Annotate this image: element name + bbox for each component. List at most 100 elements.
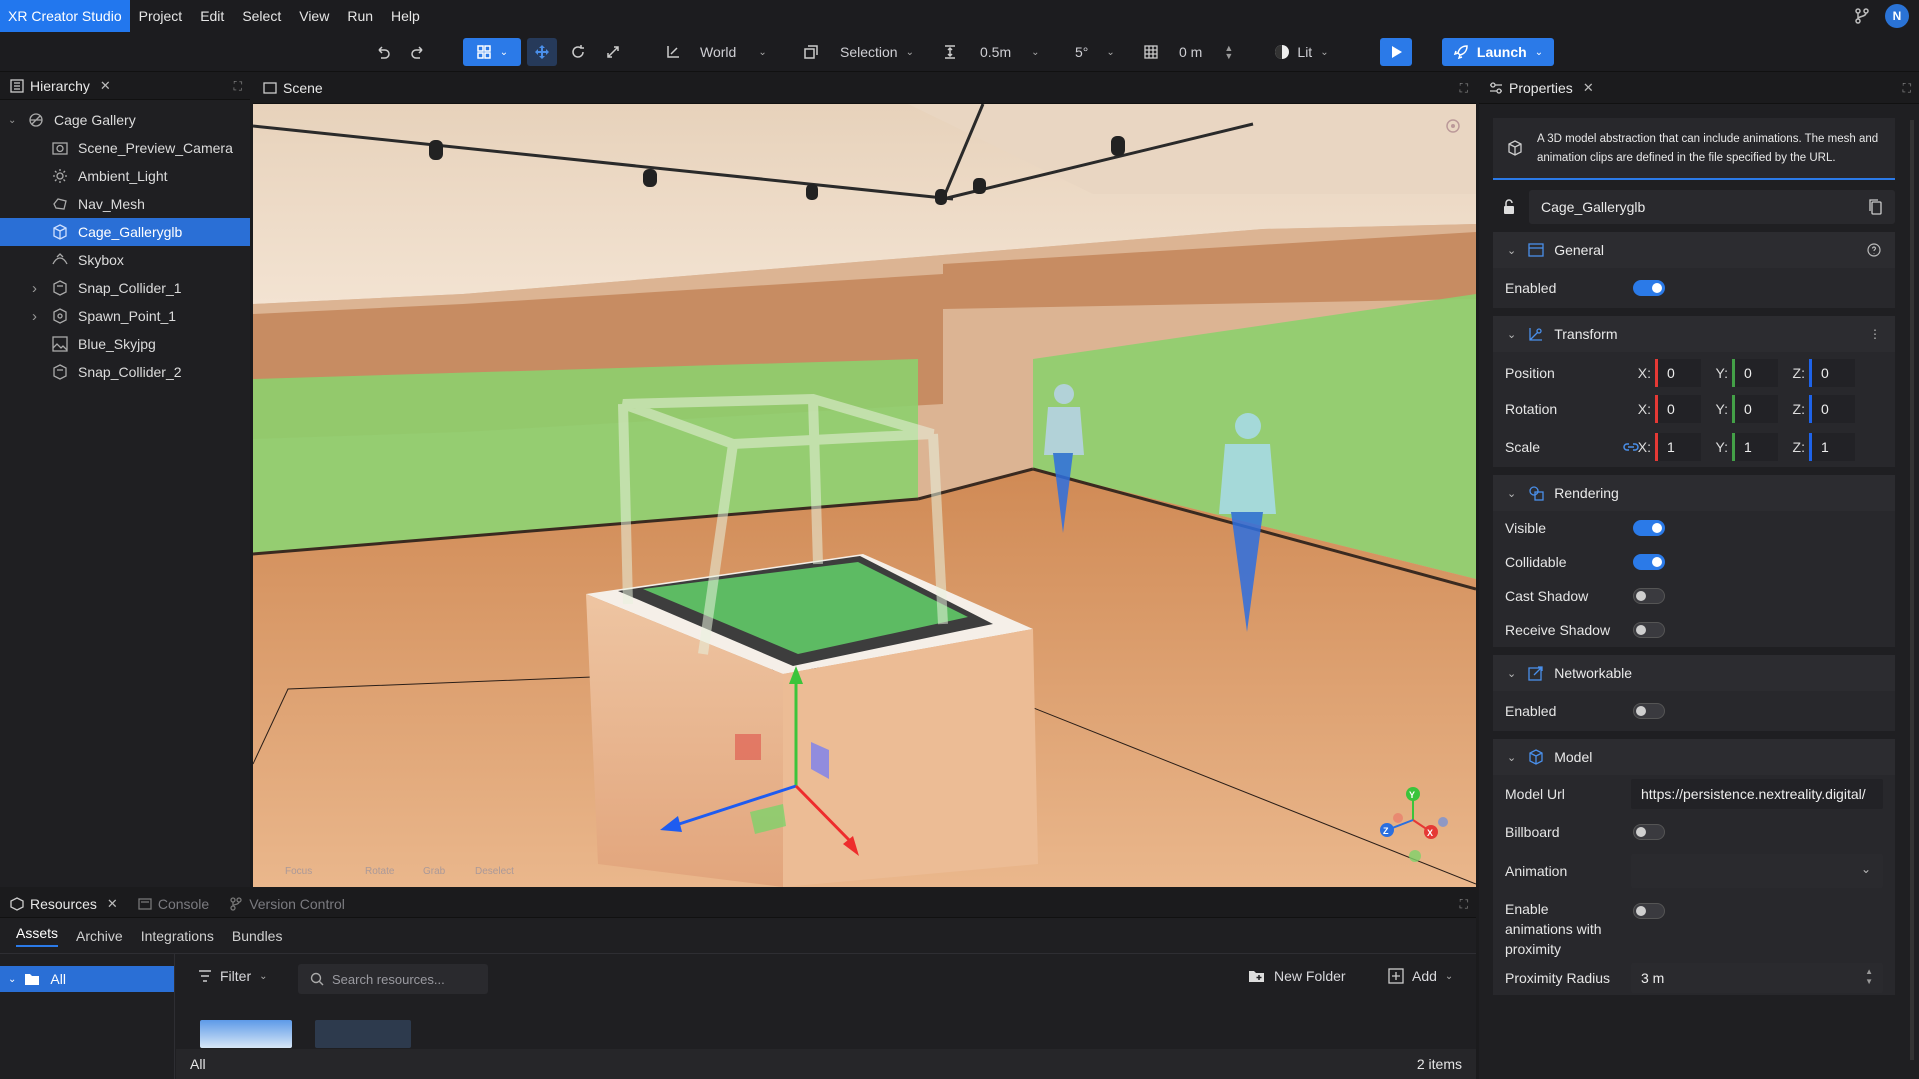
menu-project[interactable]: Project bbox=[130, 8, 192, 24]
general-enabled-toggle[interactable] bbox=[1633, 280, 1665, 296]
chevron-right-icon[interactable]: › bbox=[32, 280, 37, 297]
rotate-snap-dropdown[interactable]: 5° ⌄ bbox=[1075, 38, 1120, 66]
asset-thumbnail-sky[interactable] bbox=[200, 1020, 292, 1048]
scale-z[interactable]: Z: 1 bbox=[1787, 433, 1855, 461]
close-icon[interactable]: ✕ bbox=[107, 896, 118, 912]
position-y[interactable]: Y: 0 bbox=[1710, 359, 1778, 387]
section-general-header[interactable]: ⌄ General bbox=[1493, 232, 1895, 268]
search-placeholder: Search resources... bbox=[332, 971, 445, 987]
proximity-radius-input[interactable]: 3 m ▲ ▼ bbox=[1631, 963, 1883, 993]
collidable-toggle[interactable] bbox=[1633, 554, 1665, 570]
transform-mode-dropdown[interactable]: ⌄ bbox=[463, 38, 521, 66]
visible-toggle[interactable] bbox=[1633, 520, 1665, 536]
grid-height-input[interactable]: 0 m ▲ ▼ bbox=[1179, 38, 1239, 66]
play-button[interactable] bbox=[1380, 38, 1412, 66]
tree-item[interactable]: › Snap_Collider_1 bbox=[0, 274, 250, 302]
tree-item[interactable]: Ambient_Light bbox=[0, 162, 250, 190]
app-title[interactable]: XR Creator Studio bbox=[0, 0, 130, 32]
section-model-header[interactable]: ⌄ Model bbox=[1493, 739, 1895, 775]
tab-properties[interactable]: Properties ✕ bbox=[1479, 72, 1604, 104]
search-input[interactable]: Search resources... bbox=[298, 964, 488, 994]
tree-root[interactable]: ⌄ Cage Gallery bbox=[0, 106, 250, 134]
section-networkable-header[interactable]: ⌄ Networkable bbox=[1493, 655, 1895, 691]
tree-item[interactable]: Snap_Collider_2 bbox=[0, 358, 250, 386]
copy-icon[interactable] bbox=[1869, 199, 1883, 215]
maximize-icon[interactable]: ⛶ bbox=[234, 79, 242, 94]
selection-mode-button[interactable] bbox=[800, 38, 822, 66]
translate-snap-button[interactable] bbox=[940, 38, 960, 66]
move-tool-button[interactable] bbox=[527, 38, 557, 66]
branch-icon[interactable] bbox=[1853, 7, 1871, 25]
subtab-integrations[interactable]: Integrations bbox=[141, 928, 214, 944]
tab-hierarchy[interactable]: Hierarchy ✕ bbox=[0, 72, 121, 100]
entity-name-input[interactable]: Cage_Galleryglb bbox=[1529, 190, 1895, 224]
position-z[interactable]: Z: 0 bbox=[1787, 359, 1855, 387]
tree-item[interactable]: Nav_Mesh bbox=[0, 190, 250, 218]
filter-button[interactable]: Filter ⌄ bbox=[198, 968, 268, 984]
scale-x[interactable]: X: 1 bbox=[1633, 433, 1701, 461]
help-icon[interactable] bbox=[1867, 243, 1881, 257]
chevron-down-icon[interactable]: ⌄ bbox=[8, 115, 16, 126]
undo-button[interactable] bbox=[372, 38, 394, 66]
section-rendering-header[interactable]: ⌄ Rendering bbox=[1493, 475, 1895, 511]
launch-button[interactable]: Launch ⌄ bbox=[1442, 38, 1554, 66]
stepper-icon[interactable]: ▲ ▼ bbox=[1865, 967, 1873, 987]
tree-item[interactable]: Scene_Preview_Camera bbox=[0, 134, 250, 162]
tab-version-control[interactable]: Version Control bbox=[219, 890, 355, 918]
rotation-y[interactable]: Y: 0 bbox=[1710, 394, 1778, 423]
receive-shadow-toggle[interactable] bbox=[1633, 622, 1665, 638]
menu-run[interactable]: Run bbox=[338, 8, 382, 24]
animation-select[interactable]: ⌄ bbox=[1631, 854, 1883, 888]
scale-tool-button[interactable] bbox=[601, 38, 625, 66]
selection-dropdown[interactable]: Selection ⌄ bbox=[840, 38, 922, 66]
tree-item[interactable]: Cage_Galleryglb bbox=[0, 218, 250, 246]
tab-scene[interactable]: Scene bbox=[253, 72, 333, 104]
lock-open-icon[interactable] bbox=[1501, 199, 1517, 215]
subtab-assets[interactable]: Assets bbox=[16, 925, 59, 947]
grid-button[interactable] bbox=[1141, 38, 1161, 66]
section-transform-header[interactable]: ⌄ Transform ⋮ bbox=[1493, 316, 1895, 352]
menu-edit[interactable]: Edit bbox=[191, 8, 233, 24]
cast-shadow-toggle[interactable] bbox=[1633, 588, 1665, 604]
snap-icon bbox=[945, 45, 955, 59]
proximity-toggle[interactable] bbox=[1633, 903, 1665, 919]
asset-thumbnail[interactable] bbox=[315, 1020, 411, 1048]
billboard-toggle[interactable] bbox=[1633, 824, 1665, 840]
networkable-enabled-toggle[interactable] bbox=[1633, 703, 1665, 719]
model-url-input[interactable]: https://persistence.nextreality.digital/ bbox=[1631, 779, 1883, 809]
maximize-icon[interactable]: ⛶ bbox=[1903, 81, 1911, 96]
render-mode-dropdown[interactable]: Lit ⌄ bbox=[1270, 38, 1332, 66]
space-toggle-button[interactable] bbox=[663, 38, 683, 66]
space-dropdown[interactable]: World ⌄ bbox=[700, 38, 782, 66]
maximize-icon[interactable]: ⛶ bbox=[1460, 81, 1468, 96]
scene-viewport[interactable]: Y X Z Focus Rotate Grab Deselect bbox=[253, 104, 1476, 887]
menu-help[interactable]: Help bbox=[382, 8, 429, 24]
tree-item[interactable]: › Spawn_Point_1 bbox=[0, 302, 250, 330]
rotation-x[interactable]: X: 0 bbox=[1633, 394, 1701, 423]
close-icon[interactable]: ✕ bbox=[1583, 80, 1594, 96]
scale-y[interactable]: Y: 1 bbox=[1710, 433, 1778, 461]
folder-all[interactable]: ⌄ All bbox=[0, 966, 174, 992]
chevron-right-icon[interactable]: › bbox=[32, 308, 37, 325]
subtab-bundles[interactable]: Bundles bbox=[232, 928, 283, 944]
menu-view[interactable]: View bbox=[290, 8, 338, 24]
rotate-tool-button[interactable] bbox=[566, 38, 590, 66]
menu-select[interactable]: Select bbox=[233, 8, 290, 24]
tab-console[interactable]: Console bbox=[128, 890, 219, 918]
stepper-icon[interactable]: ▲ ▼ bbox=[1224, 44, 1233, 61]
tree-item[interactable]: Skybox bbox=[0, 246, 250, 274]
position-x[interactable]: X: 0 bbox=[1633, 359, 1701, 387]
more-options-icon[interactable]: ⋮ bbox=[1869, 327, 1881, 341]
translate-snap-dropdown[interactable]: 0.5m ⌄ bbox=[980, 38, 1050, 66]
close-icon[interactable]: ✕ bbox=[100, 78, 111, 94]
avatar[interactable]: N bbox=[1885, 4, 1909, 28]
tab-resources[interactable]: Resources ✕ bbox=[0, 890, 128, 918]
rotation-z[interactable]: Z: 0 bbox=[1787, 394, 1855, 423]
add-button[interactable]: Add ⌄ bbox=[1388, 968, 1453, 984]
properties-scrollbar[interactable] bbox=[1910, 120, 1914, 1060]
maximize-icon[interactable]: ⛶ bbox=[1460, 897, 1468, 912]
redo-button[interactable] bbox=[407, 38, 429, 66]
new-folder-button[interactable]: New Folder bbox=[1248, 968, 1346, 984]
tree-item[interactable]: Blue_Skyjpg bbox=[0, 330, 250, 358]
subtab-archive[interactable]: Archive bbox=[76, 928, 123, 944]
